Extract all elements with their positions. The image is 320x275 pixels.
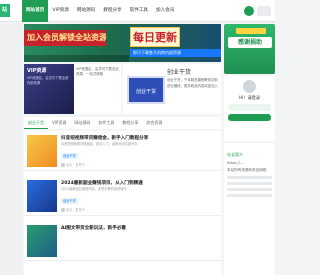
search-icon[interactable]: [244, 6, 254, 16]
text-line: [227, 176, 272, 179]
vip-card-image: VIP资源 VIP资源区，会员可下载全部内部资源: [24, 64, 74, 114]
hero-banner[interactable]: 加入会员解锁全站资源 每日更新 即可下载各大机构内部资源: [24, 24, 221, 62]
banner-promo-text: 加入会员解锁全站资源: [24, 30, 106, 46]
banner-cta-bar[interactable]: 即可下载各大机构内部资源: [130, 49, 221, 57]
tab-startup[interactable]: 创业干货: [24, 117, 48, 129]
startup-card-image: 创业干货: [127, 76, 165, 104]
article-desc: 抖音短视频带货赚佣金，新手入门，最新玩法实操分享: [61, 142, 138, 146]
tab-source[interactable]: 网站源码: [70, 117, 94, 129]
nav-item-tutorial[interactable]: 教程分享: [99, 0, 125, 22]
tab-vip[interactable]: VIP资源: [48, 117, 70, 129]
user-card: Hi！请登录: [224, 76, 275, 141]
user-name[interactable]: Hi！请登录: [224, 95, 275, 101]
left-gutter: [0, 24, 22, 275]
login-button[interactable]: [257, 6, 271, 16]
vip-card-text: VIP资源区，会员可下载全站资源，一站式获取: [76, 67, 119, 76]
list-item[interactable]: AI图文带货全新玩法，新手必看: [24, 221, 221, 261]
register-button[interactable]: [228, 104, 271, 111]
article-list: 抖音短视频带货赚佣金，新手入门教程分享 抖音短视频带货赚佣金，新手入门，最新玩法…: [24, 131, 221, 275]
about-link[interactable]: https://...: [227, 161, 272, 165]
nav-item-source[interactable]: 网站源码: [73, 0, 99, 22]
article-desc: 2024最新副业赚钱项目，手把手教你如何操作: [61, 187, 127, 191]
author-avatar-icon: [61, 208, 65, 212]
list-item[interactable]: 抖音短视频带货赚佣金，新手入门教程分享 抖音短视频带货赚佣金，新手入门，最新玩法…: [24, 131, 221, 171]
nav-item-home[interactable]: 网站首页: [22, 0, 49, 22]
donate-promo[interactable]: 感谢捐助: [224, 24, 275, 74]
article-tag[interactable]: 创业干货: [61, 198, 78, 204]
article-thumbnail[interactable]: [27, 180, 57, 212]
text-line: [227, 188, 272, 191]
article-meta-text: 站长 · 发布于 ...: [66, 208, 90, 212]
vip-card[interactable]: VIP资源 VIP资源区，会员可下载全部内部资源 VIP资源区，会员可下载全站资…: [24, 64, 121, 114]
vip-card-image-title: VIP资源: [27, 68, 47, 74]
avatar[interactable]: [243, 80, 256, 93]
about-intro: 本站所有资源均来自网络: [227, 168, 267, 172]
vip-card-image-desc: VIP资源区，会员可下载全部内部资源: [27, 76, 69, 85]
article-thumbnail[interactable]: [27, 135, 57, 167]
article-title[interactable]: 抖音短视频带货赚佣金，新手入门教程分享: [61, 135, 219, 141]
article-title[interactable]: 2024最新副业赚钱项目，从入门到精通: [61, 180, 219, 186]
tab-tutorial[interactable]: 教程分享: [118, 117, 142, 129]
banner-shade: [24, 55, 129, 62]
text-line: [227, 194, 272, 197]
nav-item-vip[interactable]: VIP资源: [48, 0, 72, 22]
category-tabs: 创业干货 VIP资源 网站源码 软件工具 教程分享 综合资源: [24, 117, 221, 129]
article-tag[interactable]: 创业干货: [61, 153, 78, 159]
nav-item-tools[interactable]: 软件工具: [126, 0, 152, 22]
about-card: 站长简介 https://... 本站所有资源均来自网络: [224, 143, 275, 275]
header-actions: [244, 6, 271, 16]
startup-card-text: 创业干货，千本精品课程教你如何创业赚钱，更多精品内容欢迎加入: [167, 78, 218, 88]
article-meta: 站长 · 发布于 ...: [61, 162, 89, 167]
article-desc: [61, 232, 219, 241]
top-header: 站 网站首页 VIP资源 网站源码 教程分享 软件工具 加入会员: [0, 0, 275, 22]
about-label: 站长简介: [227, 152, 243, 157]
tab-misc[interactable]: 综合资源: [142, 117, 166, 129]
main-nav: 网站首页 VIP资源 网站源码 教程分享 软件工具 加入会员: [22, 0, 178, 22]
text-line: [227, 182, 272, 185]
article-thumbnail[interactable]: [27, 225, 57, 257]
login-side-button[interactable]: [228, 114, 271, 121]
list-item[interactable]: 2024最新副业赚钱项目，从入门到精通 2024最新副业赚钱项目，手把手教你如何…: [24, 176, 221, 216]
article-title[interactable]: AI图文带货全新玩法，新手必看: [61, 225, 219, 231]
article-meta: 站长 · 发布于 ...: [61, 207, 89, 212]
article-meta-text: 站长 · 发布于 ...: [66, 163, 90, 167]
promo-ribbon: [236, 28, 266, 34]
promo-title: 感谢捐助: [228, 37, 272, 48]
site-logo[interactable]: 站: [0, 4, 10, 17]
startup-card-title[interactable]: 创业干货: [167, 67, 191, 76]
startup-card[interactable]: 创业干货 创业干货 创业干货，千本精品课程教你如何创业赚钱，更多精品内容欢迎加入: [123, 64, 221, 114]
nav-item-join[interactable]: 加入会员: [152, 0, 178, 22]
banner-daily-update: 每日更新: [130, 27, 180, 47]
tab-tools[interactable]: 软件工具: [94, 117, 118, 129]
author-avatar-icon: [61, 163, 65, 167]
